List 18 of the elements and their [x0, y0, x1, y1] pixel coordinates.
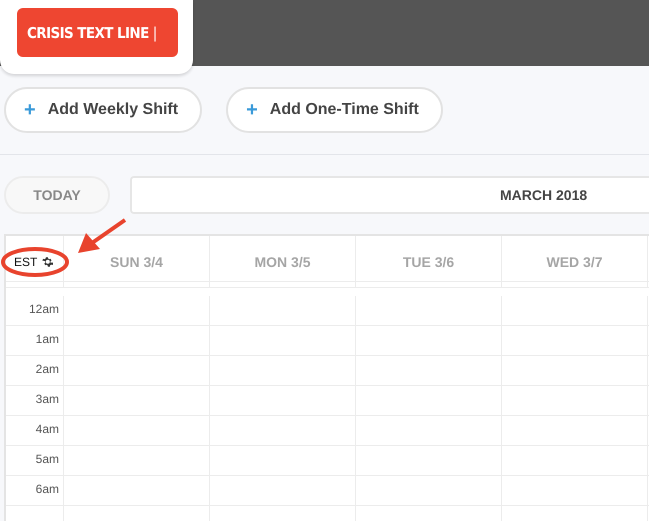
- hour-label: 6am: [6, 476, 64, 506]
- logo[interactable]: CRISIS TEXT LINE |: [17, 8, 178, 57]
- add-shift-button[interactable]: + Add Weekly Shift: [4, 87, 202, 133]
- hour-label: 2am: [6, 356, 64, 386]
- day-header: WED 3/7: [502, 236, 648, 288]
- add-shift-button[interactable]: + Add One-Time Shift: [226, 87, 443, 133]
- hour-label: 3am: [6, 386, 64, 416]
- hour-label: 4am: [6, 416, 64, 446]
- day-header: MON 3/5: [210, 236, 356, 288]
- timezone-label[interactable]: EST: [14, 254, 38, 268]
- day-header: TUE 3/6: [356, 236, 502, 288]
- hour-label: 1am: [6, 326, 64, 356]
- pointer-arrow: [78, 218, 126, 253]
- highlight-ellipse: [1, 247, 69, 277]
- month-title: MARCH 2018: [130, 176, 649, 214]
- settings-icon[interactable]: [41, 256, 54, 268]
- hour-label: 12am: [6, 296, 64, 326]
- hour-label: 5am: [6, 446, 64, 476]
